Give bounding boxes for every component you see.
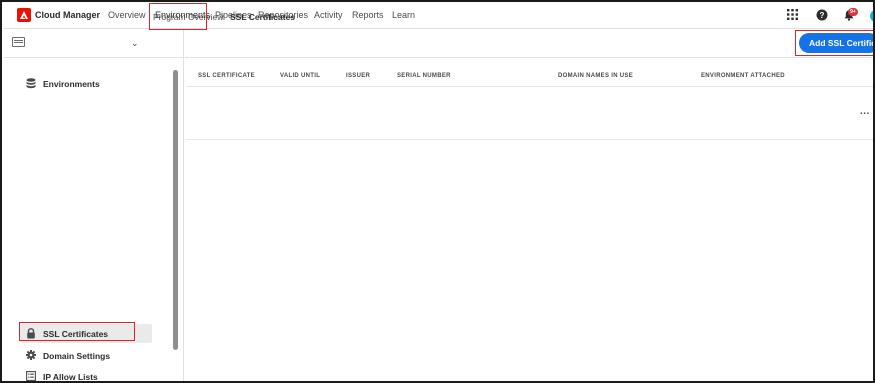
avatar[interactable] <box>870 10 873 22</box>
table-header-divider <box>186 86 873 87</box>
row-more-actions-icon[interactable]: ... <box>860 106 870 117</box>
ssl-certificates-highlight <box>19 322 135 341</box>
sidebar-scrollbar[interactable] <box>173 70 178 350</box>
nav-overview[interactable]: Overview <box>108 10 146 20</box>
sidebar-item-label: IP Allow Lists <box>43 372 98 382</box>
column-header-valid-until[interactable]: VALID UNTIL <box>280 73 320 79</box>
table-row-divider <box>186 139 873 140</box>
breadcrumb <box>185 30 873 58</box>
nav-reports[interactable]: Reports <box>352 10 384 20</box>
sidebar-item-label: Environments <box>43 79 100 89</box>
breadcrumb-current: SSL Certificates <box>230 12 296 22</box>
database-icon <box>26 78 36 89</box>
app-name[interactable]: Cloud Manager <box>35 10 100 20</box>
nav-learn[interactable]: Learn <box>392 10 415 20</box>
sidebar-item-label: Domain Settings <box>43 351 111 361</box>
column-header-issuer[interactable]: ISSUER <box>346 73 370 79</box>
notification-badge: 9+ <box>848 8 858 16</box>
svg-text:?: ? <box>820 11 825 20</box>
chevron-down-icon[interactable]: ⌄ <box>131 38 139 49</box>
program-icon <box>12 37 25 47</box>
adobe-logo[interactable] <box>17 8 31 22</box>
column-header-domain-names[interactable]: DOMAIN NAMES IN USE <box>558 73 633 79</box>
add-button-highlight <box>795 30 873 56</box>
list-icon <box>26 371 36 381</box>
program-selector[interactable]: ⌄ <box>4 30 184 58</box>
column-header-ssl-certificate[interactable]: SSL CERTIFICATE <box>198 73 255 79</box>
nav-activity[interactable]: Activity <box>314 10 343 20</box>
column-header-environment-attached[interactable]: ENVIRONMENT ATTACHED <box>701 73 785 79</box>
apps-grid-icon[interactable] <box>787 9 798 20</box>
top-navigation-bar: Cloud Manager Overview Environments Pipe… <box>4 4 873 29</box>
breadcrumb-program-overview[interactable]: Program Overview <box>153 12 223 22</box>
column-header-serial-number[interactable]: SERIAL NUMBER <box>397 73 451 79</box>
help-icon[interactable]: ? <box>816 9 828 21</box>
sidebar: ⌄ Environments SSL Certificates Domain S… <box>4 30 184 382</box>
gear-icon <box>26 350 36 360</box>
app-window: Cloud Manager Overview Environments Pipe… <box>0 0 875 383</box>
breadcrumb-separator: > <box>220 12 225 21</box>
